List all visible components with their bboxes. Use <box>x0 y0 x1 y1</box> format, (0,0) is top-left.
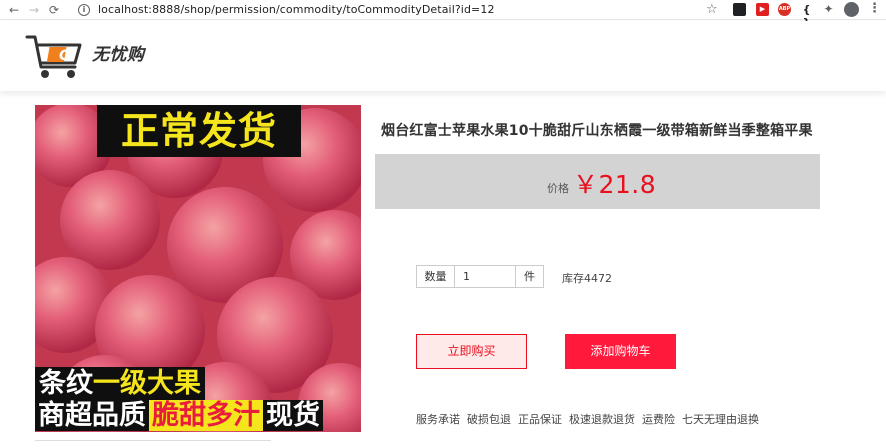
service-item: 七天无理由退换 <box>682 413 759 426</box>
brand-name[interactable]: 无忧购 <box>92 40 145 65</box>
quantity-label: 数量 <box>417 266 455 287</box>
extensions-puzzle-icon[interactable]: ✦ <box>822 3 835 16</box>
extension-video-icon[interactable]: ▶ <box>756 3 769 16</box>
service-item: 正品保证 <box>518 413 562 426</box>
address-bar[interactable]: i localhost:8888/shop/permission/commodi… <box>78 1 728 18</box>
image-caption-text: 商超品质 <box>35 400 149 431</box>
svg-text:G: G <box>59 48 71 64</box>
bookmark-star-icon[interactable]: ☆ <box>706 2 718 17</box>
image-caption-text: 条纹 <box>39 368 93 399</box>
quantity-stepper: 数量 件 <box>416 265 544 288</box>
profile-avatar-icon[interactable] <box>844 2 859 17</box>
image-caption-text: 脆甜多汁 <box>149 400 263 431</box>
service-item: 运费险 <box>642 413 675 426</box>
extension-json-icon[interactable]: { } <box>800 3 813 29</box>
reload-icon[interactable]: ⟳ <box>44 0 64 20</box>
quantity-input[interactable] <box>455 266 515 287</box>
image-caption-line1: 条纹一级大果 <box>35 367 205 401</box>
browser-menu-icon[interactable]: ⋮ <box>868 2 881 16</box>
image-banner-top: 正常发货 <box>97 105 301 157</box>
site-info-icon[interactable]: i <box>78 3 90 16</box>
extension-reader-icon[interactable] <box>733 3 746 16</box>
price-label: 价格 <box>547 182 569 195</box>
buy-now-button[interactable]: 立即购买 <box>416 334 527 369</box>
product-title: 烟台红富士苹果水果10十脆甜斤山东栖霞一级带箱新鲜当季整箱平果 <box>381 123 813 139</box>
stock-count: 库存4472 <box>562 272 612 285</box>
image-caption-text: 现货 <box>263 400 323 431</box>
extension-adblock-icon[interactable]: ABP <box>778 3 791 16</box>
add-to-cart-button[interactable]: 添加购物车 <box>565 334 676 369</box>
price-box: 价格 ￥21.8 <box>375 154 820 209</box>
back-arrow-icon[interactable]: ← <box>4 0 24 20</box>
quantity-unit: 件 <box>515 266 543 287</box>
service-item: 极速退款退货 <box>569 413 635 426</box>
product-image: 正常发货 条纹一级大果 商超品质 脆甜多汁 现货 <box>35 105 361 432</box>
service-promises: 服务承诺 破损包退 正品保证 极速退款退货 运费险 七天无理由退换 <box>416 411 759 427</box>
service-item: 服务承诺 <box>416 413 460 426</box>
site-header: G 无忧购 <box>0 21 886 91</box>
forward-arrow-icon[interactable]: → <box>24 0 44 20</box>
browser-toolbar: ← → ⟳ i localhost:8888/shop/permission/c… <box>0 0 886 29</box>
url-text[interactable]: localhost:8888/shop/permission/commodity… <box>98 3 495 16</box>
image-caption-line2: 商超品质 脆甜多汁 现货 <box>35 399 323 432</box>
price-value: ￥21.8 <box>573 170 657 199</box>
image-caption-text: 一级大果 <box>93 368 201 399</box>
thumbnail-strip <box>35 440 271 448</box>
shopping-cart-logo-icon[interactable]: G <box>25 33 85 81</box>
service-item: 破损包退 <box>467 413 511 426</box>
